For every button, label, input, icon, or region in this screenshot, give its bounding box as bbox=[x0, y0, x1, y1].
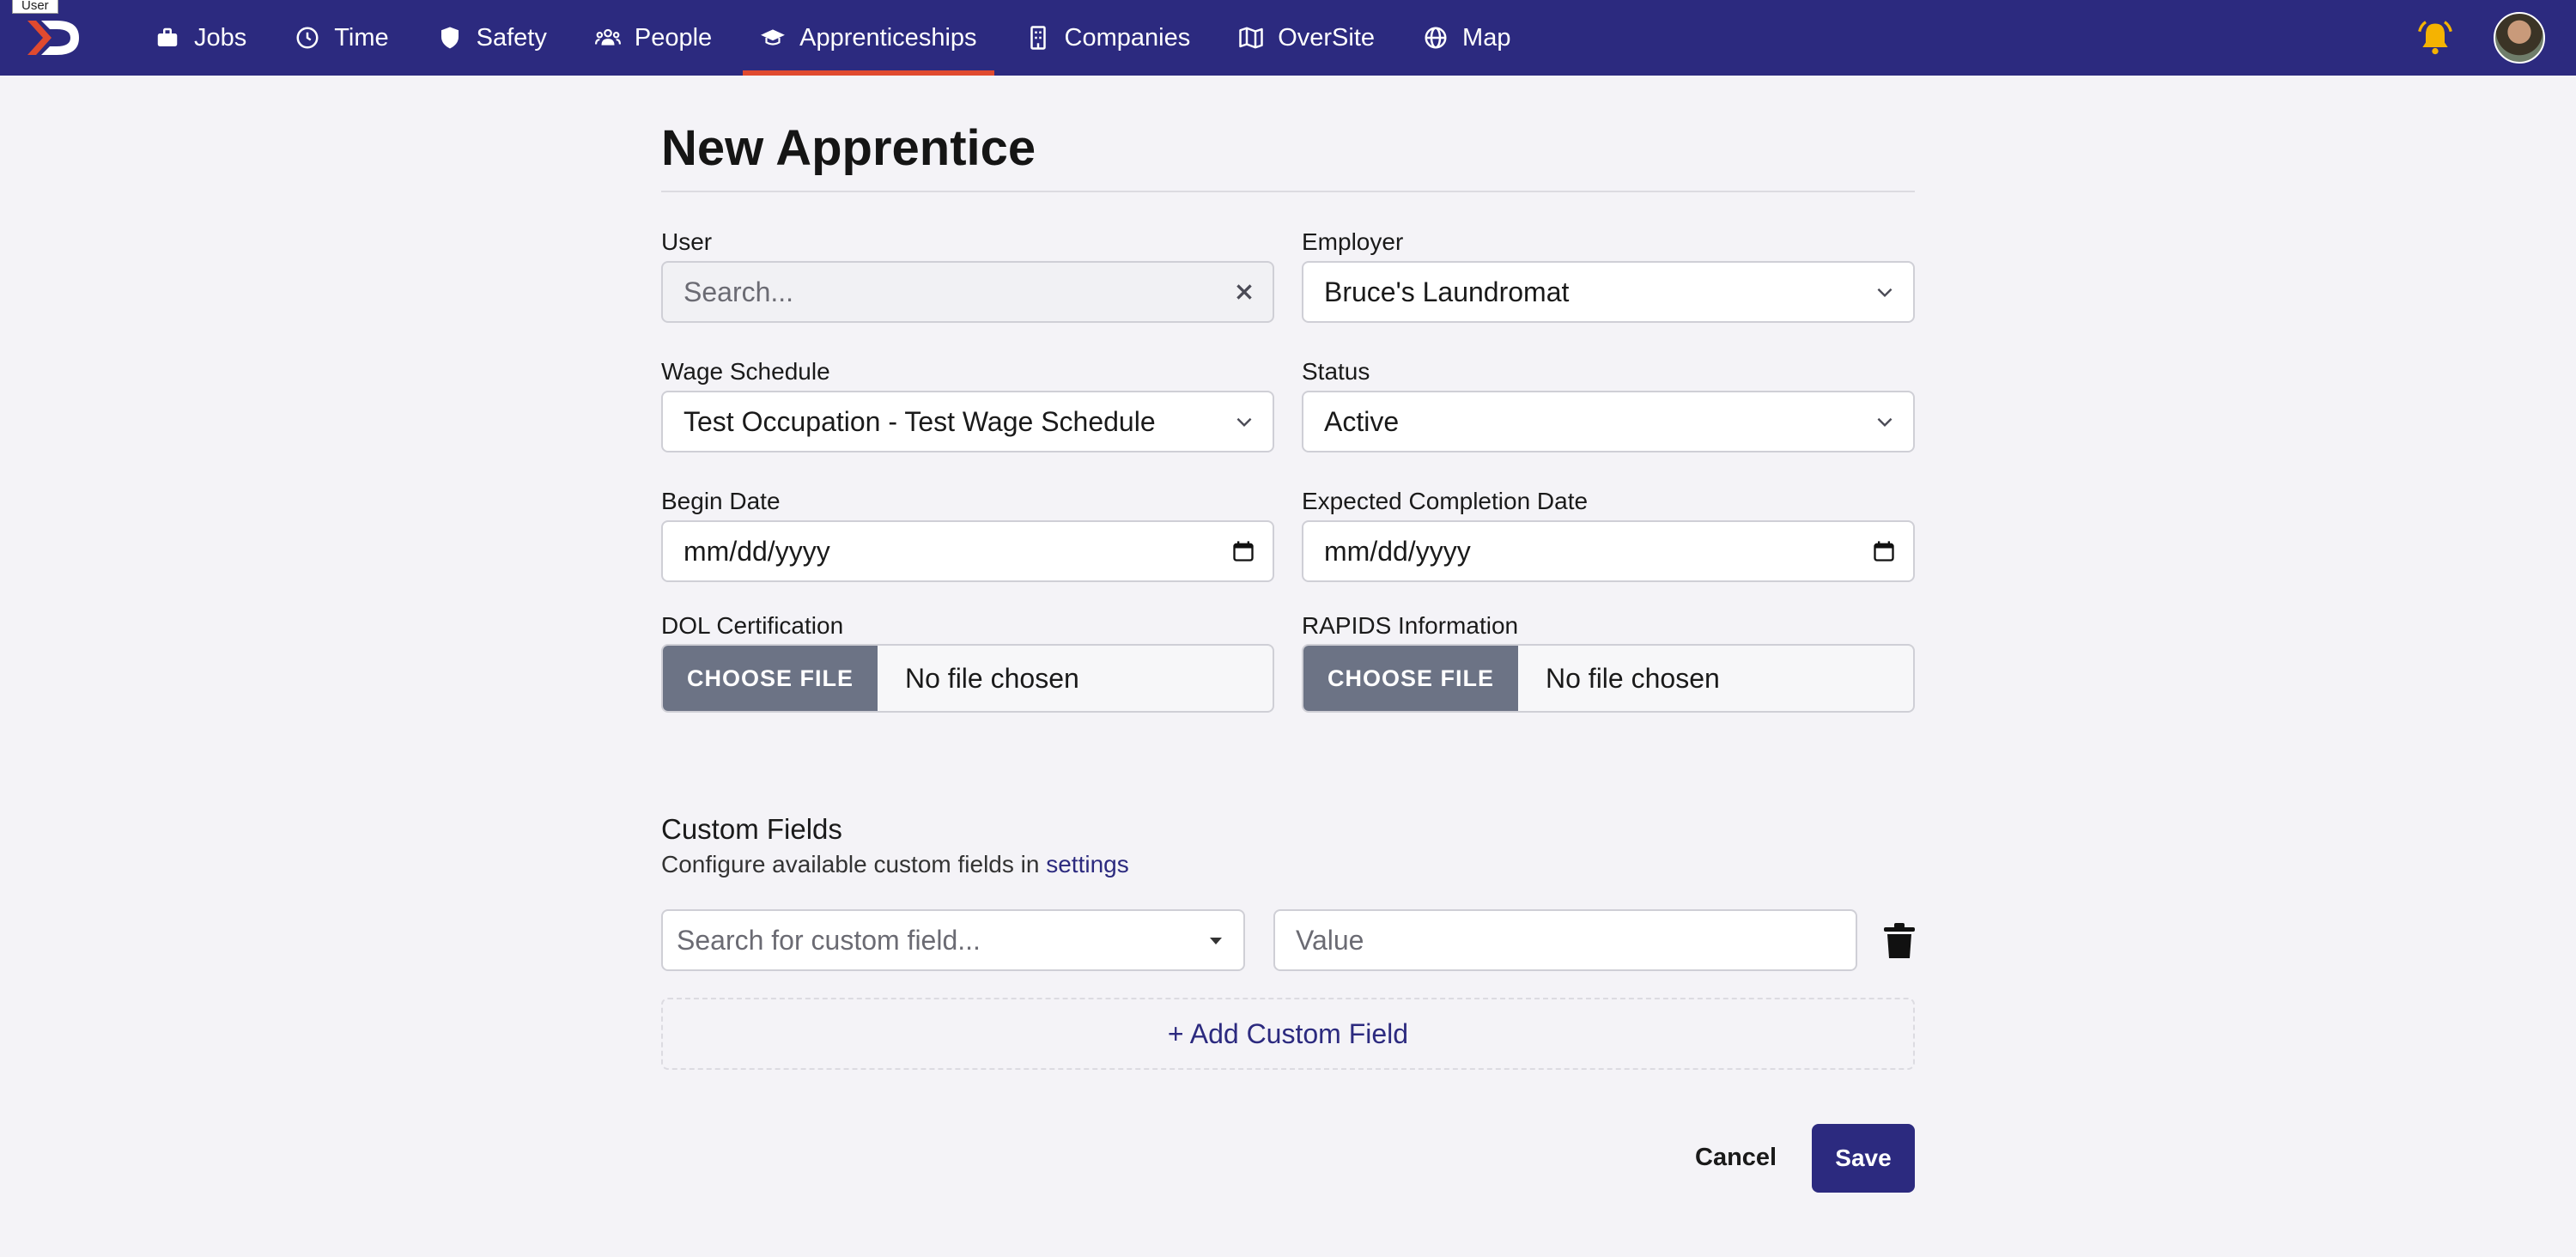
nav-label: Apprenticeships bbox=[799, 23, 977, 52]
status-select[interactable]: Active bbox=[1302, 391, 1915, 452]
map-folded-icon bbox=[1238, 25, 1264, 51]
cancel-button[interactable]: Cancel bbox=[1695, 1144, 1777, 1172]
custom-fields-description-text: Configure available custom fields in bbox=[661, 851, 1040, 877]
custom-field-search-placeholder: Search for custom field... bbox=[677, 924, 981, 956]
nav-items: Jobs Time Safety People Apprenticeships bbox=[137, 0, 1541, 76]
expected-completion-placeholder: mm/dd/yyyy bbox=[1324, 535, 1471, 567]
custom-field-value-input[interactable]: Value bbox=[1273, 909, 1857, 971]
nav-item-apprenticeships[interactable]: Apprenticeships bbox=[743, 0, 994, 76]
globe-icon bbox=[1423, 25, 1449, 51]
begin-date-placeholder: mm/dd/yyyy bbox=[683, 535, 830, 567]
chevron-down-icon bbox=[1877, 288, 1893, 298]
user-label: User bbox=[661, 228, 713, 255]
nav-item-time[interactable]: Time bbox=[277, 0, 405, 76]
settings-link[interactable]: settings bbox=[1046, 851, 1129, 877]
file-status: No file chosen bbox=[905, 662, 1079, 694]
rapids-information-label: RAPIDS Information bbox=[1302, 612, 1519, 639]
notification-bell-icon[interactable] bbox=[2416, 19, 2454, 57]
file-status: No file chosen bbox=[1546, 662, 1720, 694]
nav-label: Companies bbox=[1064, 23, 1191, 52]
rapids-information-file-input[interactable]: CHOOSE FILE No file chosen bbox=[1302, 644, 1915, 713]
custom-field-search-select[interactable]: Search for custom field... bbox=[661, 909, 1245, 971]
chevron-down-icon bbox=[1877, 417, 1893, 428]
nav-label: Map bbox=[1462, 23, 1511, 52]
custom-fields-title: Custom Fields bbox=[661, 813, 842, 845]
employer-select[interactable]: Bruce's Laundromat bbox=[1302, 261, 1915, 323]
graduation-cap-icon bbox=[760, 25, 786, 51]
nav-label: Jobs bbox=[194, 23, 247, 52]
nav-label: Safety bbox=[476, 23, 547, 52]
shield-icon bbox=[437, 25, 463, 51]
choose-file-button[interactable]: CHOOSE FILE bbox=[1303, 646, 1518, 711]
chevron-down-icon bbox=[1236, 417, 1252, 428]
page-title: New Apprentice bbox=[661, 112, 1915, 192]
expected-completion-label: Expected Completion Date bbox=[1302, 488, 1589, 514]
begin-date-input[interactable]: mm/dd/yyyy bbox=[661, 520, 1274, 582]
custom-field-value-placeholder: Value bbox=[1296, 924, 1364, 956]
nav-item-safety[interactable]: Safety bbox=[420, 0, 564, 76]
begin-date-label: Begin Date bbox=[661, 488, 781, 514]
people-icon bbox=[594, 25, 621, 51]
nav-label: People bbox=[634, 23, 713, 52]
custom-fields-description: Configure available custom fields in set… bbox=[661, 851, 1129, 878]
tooltip: User bbox=[12, 0, 58, 14]
building-icon bbox=[1025, 25, 1051, 51]
status-label: Status bbox=[1302, 358, 1370, 385]
status-value: Active bbox=[1324, 405, 1400, 437]
expected-completion-input[interactable]: mm/dd/yyyy bbox=[1302, 520, 1915, 582]
nav-item-oversite[interactable]: OverSite bbox=[1221, 0, 1392, 76]
user-avatar[interactable] bbox=[2494, 12, 2545, 64]
user-search-placeholder: Search... bbox=[683, 276, 794, 307]
calendar-icon[interactable] bbox=[1872, 539, 1896, 563]
employer-label: Employer bbox=[1302, 228, 1404, 255]
briefcase-icon bbox=[155, 25, 180, 51]
dol-certification-label: DOL Certification bbox=[661, 612, 844, 639]
top-nav: User Jobs Time Safety People Apprentices… bbox=[0, 0, 2576, 76]
trash-icon[interactable] bbox=[1882, 922, 1917, 960]
new-apprentice-form: New Apprentice bbox=[661, 112, 1915, 192]
wage-schedule-value: Test Occupation - Test Wage Schedule bbox=[683, 405, 1156, 437]
nav-label: Time bbox=[334, 23, 389, 52]
nav-item-people[interactable]: People bbox=[578, 0, 729, 76]
user-search-input[interactable]: Search... bbox=[661, 261, 1274, 323]
employer-value: Bruce's Laundromat bbox=[1324, 276, 1570, 307]
clear-icon[interactable] bbox=[1233, 281, 1255, 303]
choose-file-button[interactable]: CHOOSE FILE bbox=[663, 646, 878, 711]
save-button[interactable]: Save bbox=[1812, 1124, 1915, 1193]
dol-certification-file-input[interactable]: CHOOSE FILE No file chosen bbox=[661, 644, 1274, 713]
wage-schedule-select[interactable]: Test Occupation - Test Wage Schedule bbox=[661, 391, 1274, 452]
calendar-icon[interactable] bbox=[1231, 539, 1255, 563]
clock-icon bbox=[295, 25, 320, 51]
nav-item-companies[interactable]: Companies bbox=[1008, 0, 1208, 76]
nav-item-jobs[interactable]: Jobs bbox=[137, 0, 264, 76]
add-custom-field-button[interactable]: + Add Custom Field bbox=[661, 998, 1915, 1070]
nav-label: OverSite bbox=[1278, 23, 1376, 52]
nav-item-map[interactable]: Map bbox=[1406, 0, 1528, 76]
caret-down-icon bbox=[1210, 938, 1222, 944]
app-logo-icon[interactable] bbox=[24, 15, 84, 60]
wage-schedule-label: Wage Schedule bbox=[661, 358, 830, 385]
